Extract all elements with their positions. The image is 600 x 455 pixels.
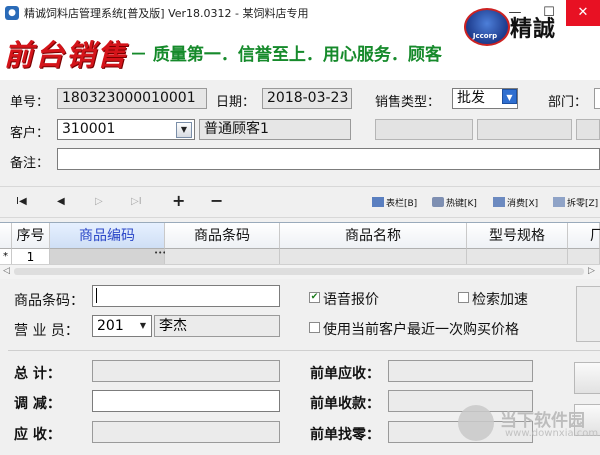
extra-field-2 [477,119,572,140]
prev-receivable-field [388,360,533,382]
window-title: 精诚饲料店管理系统[普及版] Ver18.0312 - 某饲料店专用 [24,7,309,20]
staff-name-field: 李杰 [154,315,280,337]
company-logo-text: 精誠 [510,16,557,42]
grid-cell-name[interactable] [280,249,467,265]
first-record-button[interactable]: I◀ [16,196,27,207]
watermark-logo-icon [458,405,494,441]
customer-code-field[interactable]: 310001 [57,119,195,140]
grid-cell-maker[interactable] [568,249,600,265]
remove-row-button[interactable]: − [210,191,223,210]
remark-label: 备注： [10,156,50,171]
adjust-label: 调 减： [14,396,61,412]
unit-split-button[interactable]: 拆零[Z] [553,196,598,209]
doc-no-field[interactable]: 180323000010001 [57,88,207,109]
void-icon [493,197,505,207]
last-record-button[interactable]: ▷I [131,196,142,207]
table-icon [372,197,384,207]
add-row-button[interactable]: + [172,191,185,210]
column-header-seq[interactable]: 序号 [12,223,50,249]
column-header-spec[interactable]: 型号规格 [467,223,568,249]
unit-split-label: 拆零[Z] [567,199,599,209]
last-price-checkbox[interactable] [309,322,320,333]
barcode-label: 商品条码： [14,293,84,309]
slogan: － 质量第一．信誉至上．用心服务．顾客 [130,45,442,65]
void-button[interactable]: 消费[X] [493,196,538,209]
customer-name-field: 普通顾客1 [199,119,351,140]
staff-label: 营 业 员： [14,323,79,339]
side-panel [576,286,600,342]
company-logo-icon [464,8,510,46]
remark-field[interactable] [57,148,600,170]
search-speed-checkbox[interactable] [458,292,469,303]
grid-corner [0,223,12,249]
toolbar: I◀ ◀ ▷ ▷I + − 表栏[B] 热键[K] 消费[X] 拆零[Z] [0,186,600,218]
extra-field-3 [576,119,600,140]
side-action-button-1[interactable] [574,362,600,394]
column-header-barcode[interactable]: 商品条码 [165,223,280,249]
hotkeys-button[interactable]: 热键[K] [432,196,477,209]
grid-cell-code[interactable] [50,249,165,265]
staff-dropdown-icon[interactable]: ▼ [136,319,150,333]
scroll-left-icon[interactable]: ◁ [3,266,10,276]
app-icon: ● [5,6,19,20]
split-icon [553,197,565,207]
close-button[interactable]: ✕ [566,0,600,26]
column-header-code[interactable]: 商品编码 [50,223,165,249]
last-price-label[interactable]: 使用当前客户最近一次购买价格 [323,319,519,339]
ellipsis-icon[interactable]: ••• [154,250,166,257]
column-header-name[interactable]: 商品名称 [280,223,467,249]
sale-type-label: 销售类型： [375,95,441,110]
prev-change-label: 前单找零： [310,427,380,443]
prev-record-button[interactable]: ◀ [57,196,65,207]
horizontal-scrollbar[interactable]: ◁ ▷ [0,264,600,279]
date-label: 日期： [216,95,256,110]
doc-no-label: 单号： [10,95,50,110]
company-logo-badge: Jccorp [472,32,498,40]
sale-type-value: 批发 [457,90,485,106]
dept-field[interactable] [594,88,600,109]
barcode-input[interactable] [92,285,280,307]
extra-field-1 [375,119,473,140]
void-label: 消费[X] [507,199,539,209]
customer-label: 客户： [10,126,50,141]
brand-title: 前台销售 [4,38,129,72]
column-header-maker[interactable]: 厂 [568,223,600,249]
prev-receivable-label: 前单应收： [310,366,380,382]
columns-button[interactable]: 表栏[B] [372,196,417,209]
grid-cell-barcode[interactable] [165,249,280,265]
keyboard-icon [432,197,444,207]
receivable-label: 应 收： [14,427,61,443]
prev-received-label: 前单收款： [310,396,380,412]
row-marker: * [0,249,12,265]
voice-price-label[interactable]: 语音报价 [323,289,379,309]
scroll-right-icon[interactable]: ▷ [588,266,595,276]
section-divider [8,350,600,351]
next-record-button[interactable]: ▷ [95,196,103,207]
date-field[interactable]: 2018-03-23 [262,88,352,109]
hotkeys-label: 热键[K] [446,199,477,209]
chevron-down-icon[interactable]: ▼ [502,89,517,104]
columns-label: 表栏[B] [386,199,418,209]
watermark-url: www.downxia.com [505,428,599,439]
grid-cell-seq[interactable]: 1 [12,249,50,265]
search-speed-label[interactable]: 检索加速 [472,289,528,309]
scrollbar-thumb[interactable] [14,268,584,275]
dept-label: 部门： [548,95,588,110]
total-field [92,360,280,382]
total-label: 总 计： [14,366,61,382]
grid-cell-spec[interactable] [467,249,568,265]
text-cursor [96,288,97,303]
customer-dropdown-button[interactable]: ▼ [176,122,192,138]
voice-price-checkbox[interactable]: ✔ [309,292,320,303]
receivable-field [92,421,280,443]
adjust-input[interactable] [92,390,280,412]
